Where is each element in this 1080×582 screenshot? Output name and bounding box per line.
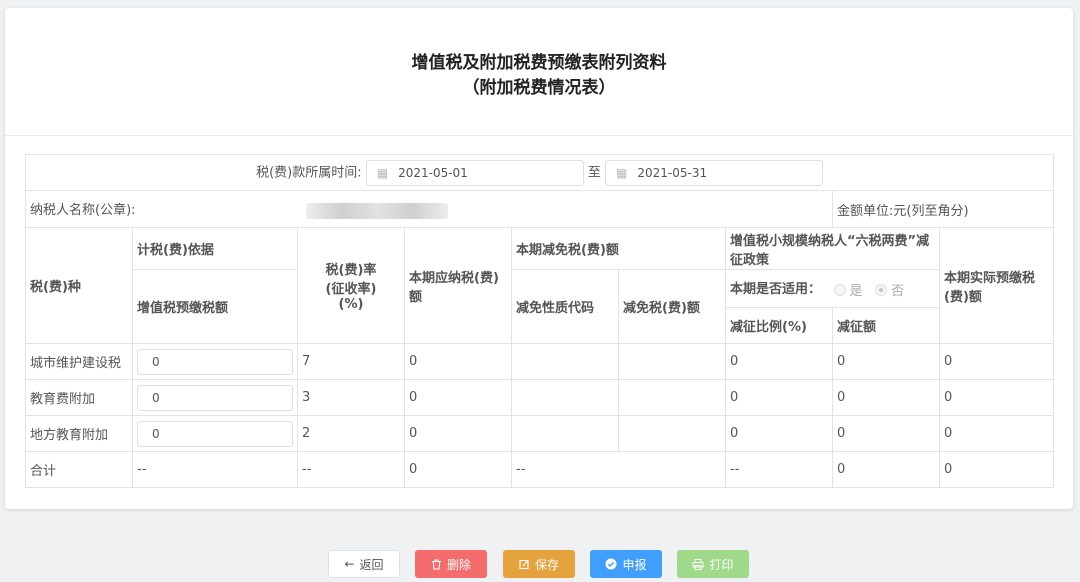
table-row: 教育费附加 0 3 0 0 0 0: [25, 379, 1055, 416]
row-rate: 3: [297, 379, 405, 416]
row-ratio: 0: [725, 415, 833, 452]
row-payable: 0: [404, 415, 512, 452]
row-reduce: [618, 379, 726, 416]
page-title: 增值税及附加税费预缴表附列资料: [411, 53, 667, 73]
header-rate: 税(费)率 (征收率) (%): [297, 227, 405, 344]
applicable-cell: 本期是否适用： 是 否: [725, 269, 940, 308]
total-code: --: [511, 451, 726, 488]
row-code: [511, 379, 619, 416]
vat-prepaid-input[interactable]: 0: [137, 420, 293, 447]
row-name: 地方教育附加: [25, 415, 133, 452]
radio-yes[interactable]: [833, 283, 846, 296]
print-button[interactable]: 打印: [677, 550, 749, 578]
row-code: [511, 415, 619, 452]
calendar-icon: ▦: [616, 165, 628, 180]
table-row: 城市维护建设税 0 7 0 0 0 0: [25, 343, 1055, 380]
arrow-left-icon: ←: [344, 557, 355, 571]
row-reduced: 0: [832, 343, 940, 380]
radio-yes-label: 是: [849, 284, 863, 299]
row-name: 城市维护建设税: [25, 343, 133, 380]
period-label: 税(费)款所属时间:: [256, 165, 362, 180]
row-reduced: 0: [832, 379, 940, 416]
radio-no[interactable]: [875, 283, 888, 296]
period-row: 税(费)款所属时间: ▦ 2021-05-01 至 ▦ 2021-05-31: [24, 154, 1055, 191]
vat-prepaid-input[interactable]: 0: [137, 384, 293, 411]
total-name: 合计: [25, 451, 133, 488]
row-reduced: 0: [832, 415, 940, 452]
header-tax-type: 税(费)种: [25, 227, 133, 344]
row-payable: 0: [404, 379, 512, 416]
row-reduce: [618, 343, 726, 380]
title-area: 增值税及附加税费预缴表附列资料 （附加税费情况表）: [5, 8, 1073, 136]
total-ratio: --: [725, 451, 833, 488]
back-button[interactable]: ← 返回: [328, 550, 400, 578]
printer-icon: [692, 558, 704, 570]
taxpayer-name-redacted: [305, 202, 448, 219]
check-circle-icon: [605, 558, 617, 570]
header-reduction-amount: 减免税(费)额: [618, 269, 726, 344]
header-actual: 本期实际预缴税(费)额: [938, 227, 1055, 344]
applicable-label: 本期是否适用：: [730, 282, 822, 297]
header-vat-prepaid: 增值税预缴税额: [132, 269, 298, 344]
save-button[interactable]: 保存: [503, 550, 575, 578]
row-name: 教育费附加: [25, 379, 133, 416]
taxpayer-row: 纳税人名称(公章): 金额单位:元(列至角分): [25, 190, 1055, 228]
vat-prepaid-input[interactable]: 0: [137, 348, 293, 375]
row-code: [511, 343, 619, 380]
unit-label: 金额单位:元(列至角分): [831, 190, 1055, 228]
taxpayer-label: 纳税人名称(公章):: [30, 203, 136, 219]
radio-no-label: 否: [891, 284, 905, 299]
row-reduce: [618, 415, 726, 452]
header-basis: 计税(费)依据: [132, 227, 298, 270]
start-date-input[interactable]: ▦ 2021-05-01: [365, 159, 584, 186]
total-rate: --: [297, 451, 405, 488]
header-payable: 本期应纳税(费)额: [404, 227, 512, 344]
header-reduction-code: 减免性质代码: [511, 269, 619, 344]
header-policy: 增值税小规模纳税人“六税两费”减征政策: [725, 227, 940, 270]
row-payable: 0: [404, 343, 512, 380]
surcharge-table: 税(费)款所属时间: ▦ 2021-05-01 至 ▦ 2021-05-31 纳税人…: [24, 154, 1055, 488]
total-vat: --: [132, 451, 298, 488]
total-payable: 0: [404, 451, 512, 488]
row-actual: 0: [938, 379, 1055, 416]
row-ratio: 0: [725, 379, 833, 416]
row-actual: 0: [938, 343, 1055, 380]
table-row: 地方教育附加 0 2 0 0 0 0: [25, 415, 1055, 452]
end-date-input[interactable]: ▦ 2021-05-31: [605, 159, 824, 186]
edit-icon: [519, 559, 529, 569]
row-rate: 7: [297, 343, 405, 380]
row-ratio: 0: [725, 343, 833, 380]
form-card: 增值税及附加税费预缴表附列资料 （附加税费情况表） 税(费)款所属时间: ▦ 20…: [5, 8, 1073, 509]
page-subtitle: （附加税费情况表）: [462, 78, 616, 98]
row-rate: 2: [297, 415, 405, 452]
calendar-icon: ▦: [376, 165, 389, 180]
trash-icon: [431, 558, 441, 570]
report-button[interactable]: 申报: [590, 550, 662, 578]
total-row: 合计 -- -- 0 -- -- 0 0: [25, 451, 1055, 488]
header-ratio: 减征比例(%): [725, 307, 833, 344]
period-separator: 至: [587, 165, 601, 180]
header-reduction: 本期减免税(费)额: [511, 227, 726, 270]
delete-button[interactable]: 删除: [415, 550, 487, 578]
total-actual: 0: [938, 451, 1055, 488]
header-reduced-amount: 减征额: [832, 307, 940, 344]
total-reduced: 0: [832, 451, 940, 488]
row-actual: 0: [938, 415, 1055, 452]
